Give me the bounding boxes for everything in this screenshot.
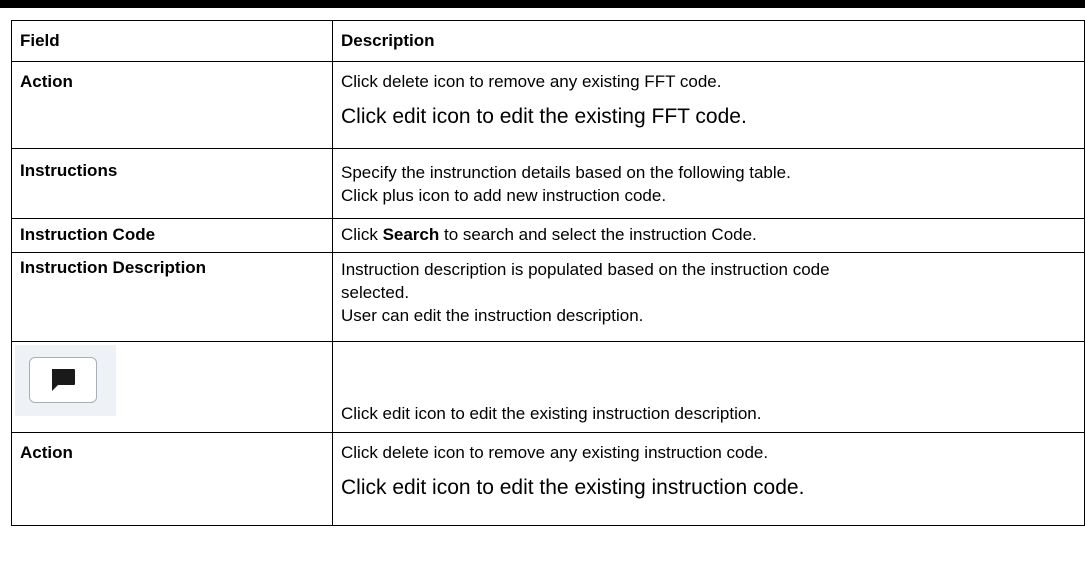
description-text: to search and select the instruction Cod… xyxy=(439,225,757,244)
description-line: Click plus icon to add new instruction c… xyxy=(341,186,667,205)
icon-screenshot xyxy=(15,345,116,416)
description-line: Instruction description is populated bas… xyxy=(341,260,830,279)
description-cell: Click delete icon to remove any existing… xyxy=(332,432,1085,526)
table-row: Action Click delete icon to remove any e… xyxy=(11,61,1085,149)
table-row: Instruction Code Click Search to search … xyxy=(11,218,1085,253)
description-line: Click delete icon to remove any existing… xyxy=(341,72,722,91)
field-cell: Instruction Code xyxy=(11,218,333,253)
header-field: Field xyxy=(11,20,333,62)
description-cell: Click delete icon to remove any existing… xyxy=(332,61,1085,149)
field-cell: Instructions xyxy=(11,148,333,219)
search-keyword: Search xyxy=(382,225,440,244)
field-description-table: Field Description Action Click delete ic… xyxy=(11,20,1085,526)
table-row: Instructions Specify the instrunction de… xyxy=(11,148,1085,219)
header-description: Description xyxy=(332,20,1085,62)
comment-edit-icon xyxy=(52,369,75,391)
table-row: Instruction Description Instruction desc… xyxy=(11,252,1085,342)
description-line: Click delete icon to remove any existing… xyxy=(341,443,769,462)
description-line: User can edit the instruction descriptio… xyxy=(341,306,644,325)
table-row: Action Click delete icon to remove any e… xyxy=(11,432,1085,526)
description-text: Click xyxy=(341,225,383,244)
description-line: Specify the instrunction details based o… xyxy=(341,163,791,182)
icon-cell xyxy=(11,341,333,433)
description-cell: Instruction description is populated bas… xyxy=(332,252,1085,342)
comment-edit-button[interactable] xyxy=(29,357,97,403)
description-line: selected. xyxy=(341,283,410,302)
description-cell: Click Search to search and select the in… xyxy=(332,218,1085,253)
description-line: Click edit icon to edit the existing ins… xyxy=(341,476,805,499)
description-cell: Click edit icon to edit the existing ins… xyxy=(332,341,1085,433)
description-line: Click edit icon to edit the existing FFT… xyxy=(341,105,747,128)
field-cell: Instruction Description xyxy=(11,252,333,342)
top-rule xyxy=(0,0,1085,8)
description-line: Click edit icon to edit the existing ins… xyxy=(341,404,762,423)
field-cell: Action xyxy=(11,61,333,149)
description-cell: Specify the instrunction details based o… xyxy=(332,148,1085,219)
table-row: Click edit icon to edit the existing ins… xyxy=(11,341,1085,433)
table-header-row: Field Description xyxy=(11,20,1085,62)
field-cell: Action xyxy=(11,432,333,526)
